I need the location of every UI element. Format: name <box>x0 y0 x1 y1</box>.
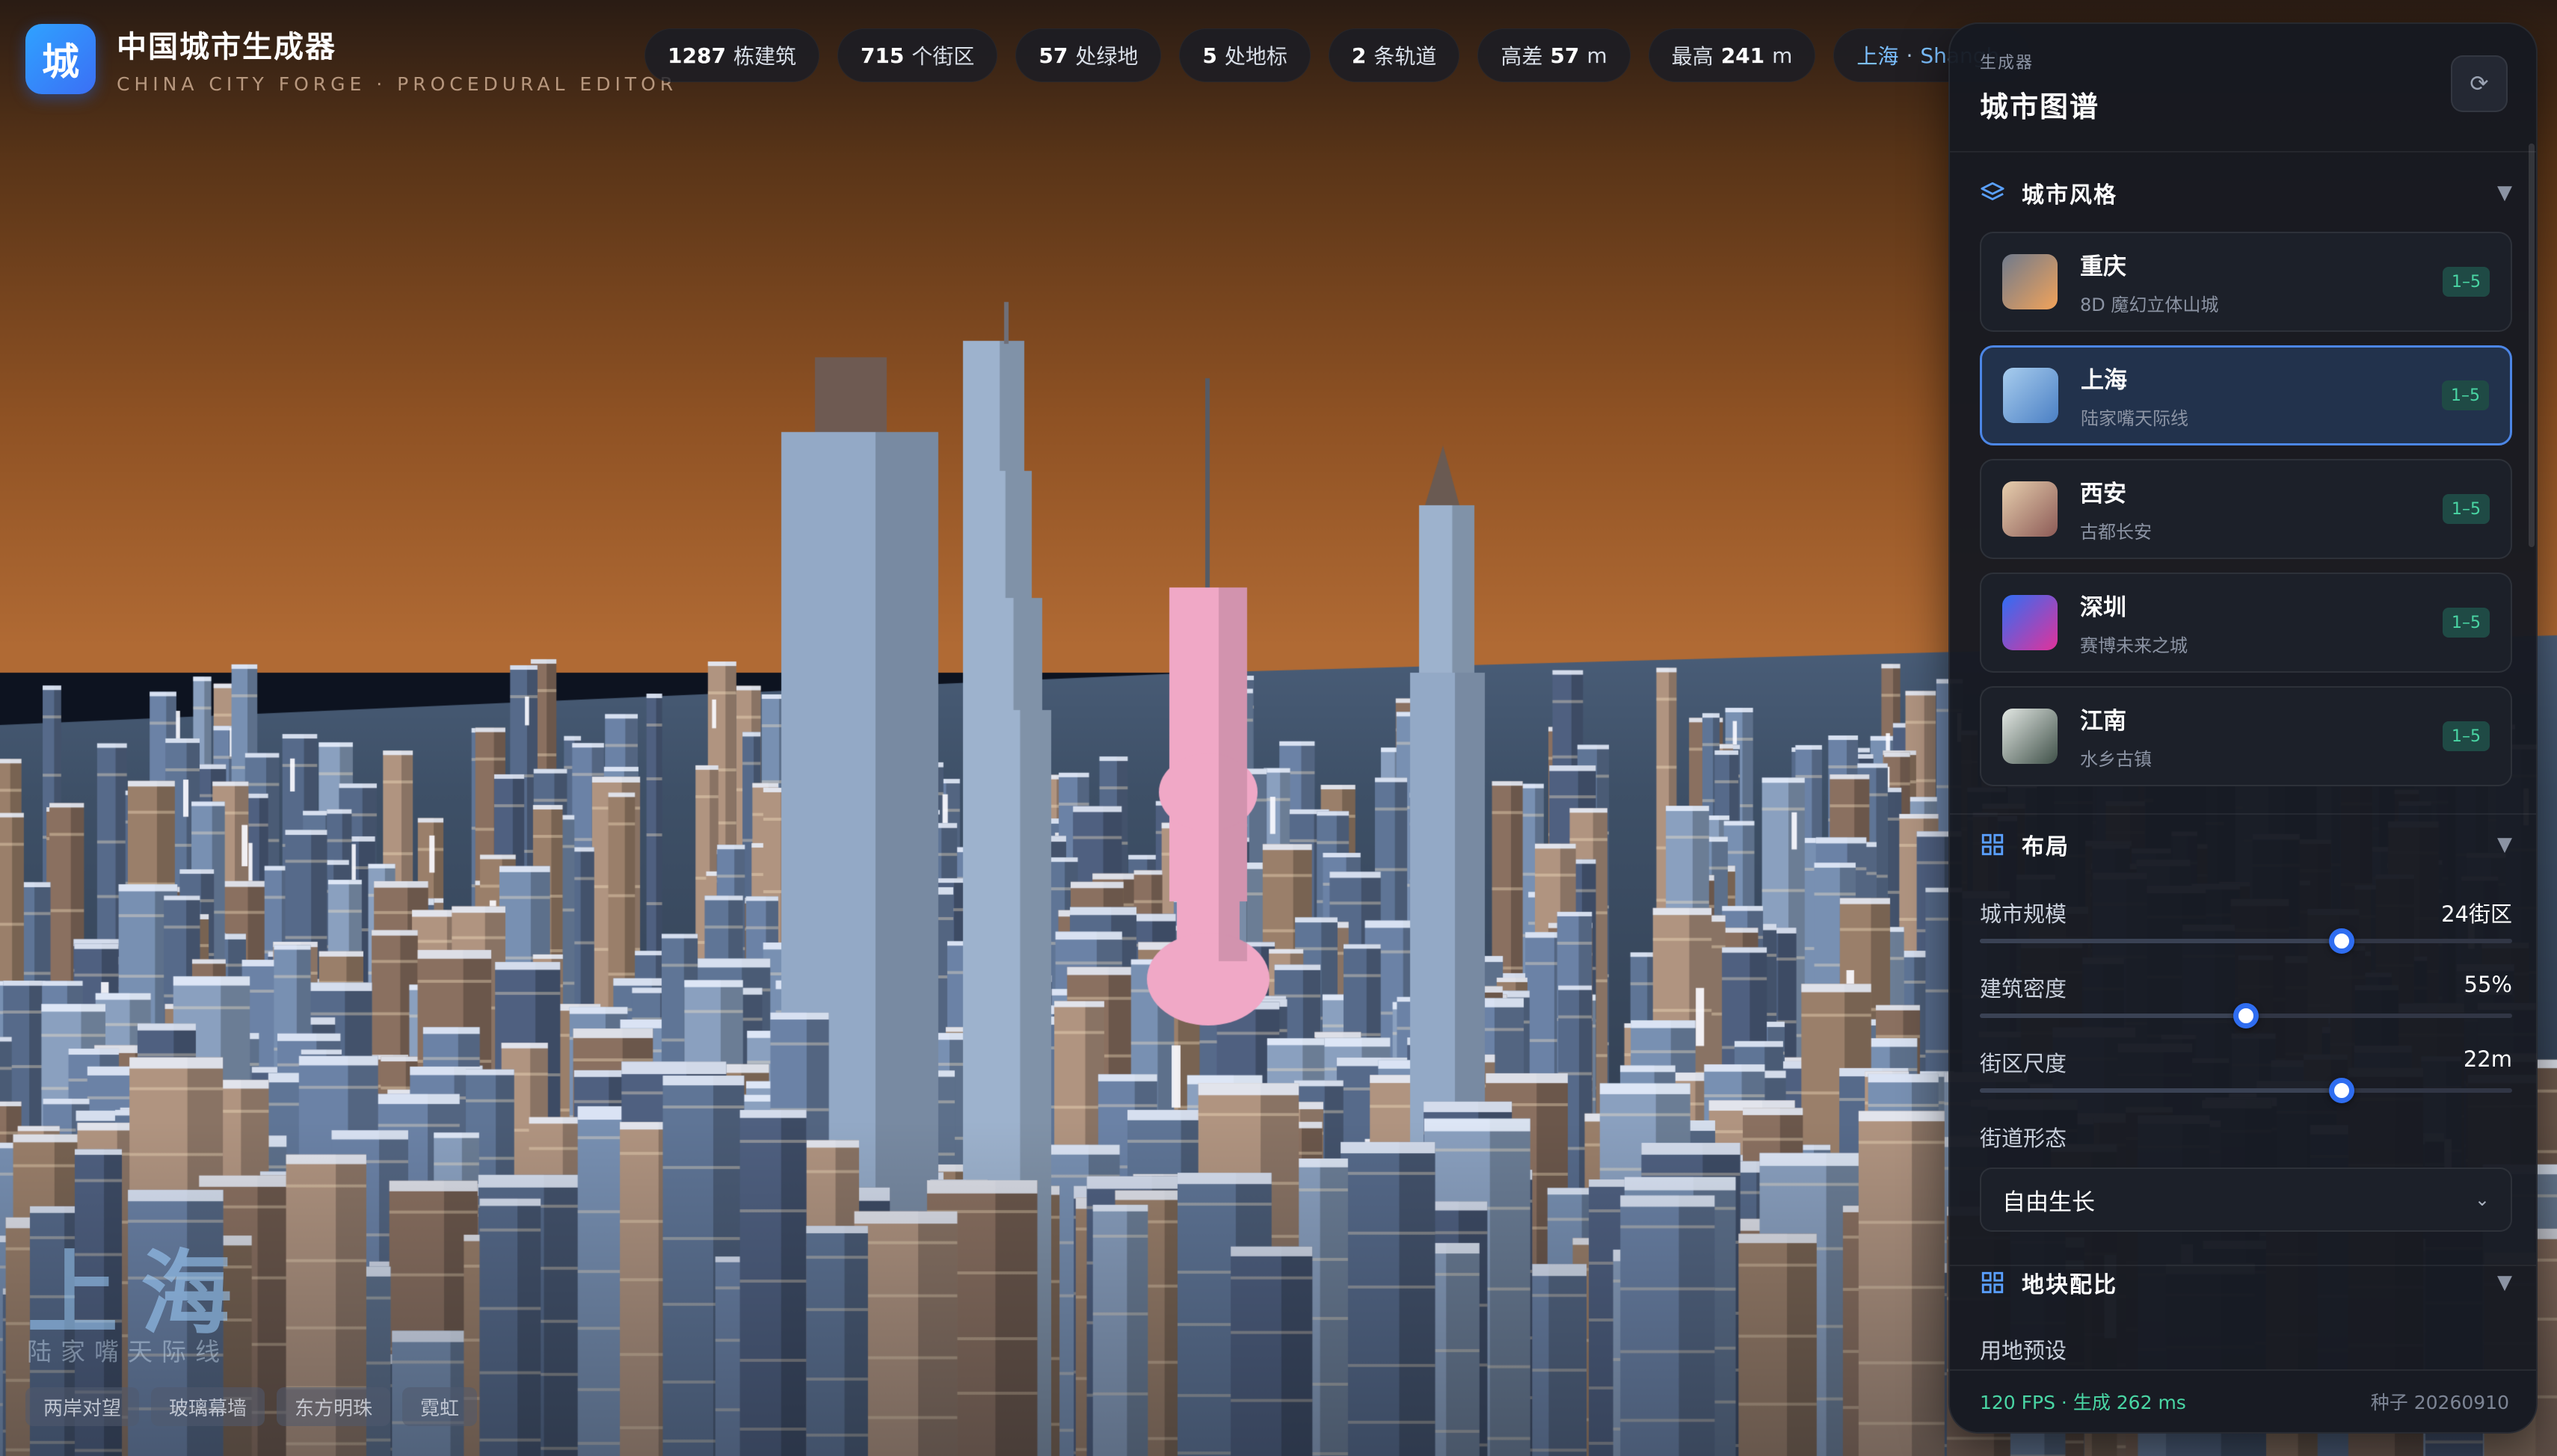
feature-tag[interactable]: 两岸对望 <box>25 1387 140 1426</box>
brand: 城 中国城市生成器 CHINA CITY FORGE · PROCEDURAL … <box>25 22 677 95</box>
level-badge: 1–5 <box>2443 494 2490 524</box>
panel-title: 城市图谱 <box>1980 90 2100 123</box>
level-badge: 1–5 <box>2443 721 2490 751</box>
stat-blocks: 715 个街区 <box>837 28 998 82</box>
style-swatch <box>2003 368 2058 423</box>
app-subtitle: CHINA CITY FORGE · PROCEDURAL EDITOR <box>117 73 678 95</box>
style-swatch <box>2002 481 2058 537</box>
slider-block-size[interactable]: 街区尺度 22m <box>1980 1046 2512 1103</box>
slider-city-scale[interactable]: 城市规模 24街区 <box>1980 897 2512 954</box>
slider-track[interactable] <box>1980 928 2512 954</box>
style-card-xian[interactable]: 西安 古都长安 1–5 <box>1980 459 2512 559</box>
divider <box>1950 813 2536 815</box>
feature-tag[interactable]: 玻璃幕墙 <box>151 1387 265 1426</box>
section-header-layout[interactable]: 布局 ▼ <box>1980 824 2512 866</box>
style-card-jiangnan[interactable]: 江南 水乡古镇 1–5 <box>1980 686 2512 786</box>
chevron-down-icon: ▼ <box>2497 1271 2512 1294</box>
section-header-land-ratio[interactable]: 地块配比 ▼ <box>1980 1262 2512 1304</box>
style-swatch <box>2002 709 2058 764</box>
layers-icon <box>1980 180 2005 206</box>
slider-track[interactable] <box>1980 1078 2512 1103</box>
panel-eyebrow: 生成器 <box>1980 54 2034 73</box>
level-badge: 1–5 <box>2442 380 2489 410</box>
stat-landmarks: 5 处地标 <box>1179 28 1311 82</box>
seed-readout: 种子 20260910 <box>2370 1392 2509 1413</box>
stats-bar: 1287 栋建筑 715 个街区 57 处绿地 5 处地标 2 条轨道 高差 57 m 最高 2… <box>644 28 2031 82</box>
level-badge: 1–5 <box>2443 267 2490 297</box>
section-header-style[interactable]: 城市风格 ▼ <box>1980 172 2512 214</box>
slider-thumb[interactable] <box>2233 1003 2259 1028</box>
slider-thumb[interactable] <box>2329 1078 2355 1103</box>
perf-readout: 120 FPS · 生成 262 ms <box>1980 1392 2186 1413</box>
stat-green: 57 处绿地 <box>1015 28 1162 82</box>
grid-icon <box>1980 1270 2005 1295</box>
app-logo-icon: 城 <box>25 23 96 94</box>
panel-scrollbar[interactable] <box>2529 144 2535 547</box>
slider-thumb[interactable] <box>2329 928 2355 954</box>
feature-tag[interactable]: 东方明珠 <box>277 1387 391 1426</box>
stat-rail: 2 条轨道 <box>1328 28 1460 82</box>
feature-tag[interactable]: 霓虹 <box>402 1387 478 1426</box>
street-form-label: 街道形态 <box>1980 1126 2067 1151</box>
feature-tags: 两岸对望 玻璃幕墙 东方明珠 霓虹 <box>25 1387 478 1426</box>
style-swatch <box>2002 254 2058 309</box>
land-preset-label: 用地预设 <box>1980 1338 2067 1363</box>
brand-text: 中国城市生成器 CHINA CITY FORGE · PROCEDURAL ED… <box>117 22 677 95</box>
stat-height: 最高 241 m <box>1648 28 1816 82</box>
style-card-shenzhen[interactable]: 深圳 赛博未来之城 1–5 <box>1980 573 2512 673</box>
chevron-down-icon: ⌄ <box>2474 1189 2490 1210</box>
regenerate-button[interactable]: ⟳ <box>2451 55 2508 112</box>
style-swatch <box>2002 595 2058 650</box>
slider-building-density[interactable]: 建筑密度 55% <box>1980 972 2512 1028</box>
chevron-down-icon: ▼ <box>2497 182 2512 204</box>
style-card-chongqing[interactable]: 重庆 8D 魔幻立体山城 1–5 <box>1980 232 2512 332</box>
status-footer: 120 FPS · 生成 262 ms 种子 20260910 <box>1950 1369 2536 1432</box>
app-title: 中国城市生成器 <box>117 30 336 64</box>
divider <box>1950 151 2536 152</box>
city-subtitle-overlay: 陆家嘴天际线 <box>27 1337 229 1366</box>
chevron-down-icon: ▼ <box>2497 833 2512 856</box>
refresh-icon: ⟳ <box>2470 70 2489 97</box>
grid-icon <box>1980 832 2005 857</box>
slider-track[interactable] <box>1980 1003 2512 1028</box>
stat-buildings: 1287 栋建筑 <box>644 28 819 82</box>
stat-elevation: 高差 57 m <box>1477 28 1631 82</box>
panel-header: 生成器 城市图谱 <box>1980 49 2099 125</box>
street-form-select[interactable]: 自由生长 ⌄ <box>1980 1167 2512 1232</box>
style-card-shanghai[interactable]: 上海 陆家嘴天际线 1–5 <box>1980 345 2512 445</box>
generator-panel: 生成器 城市图谱 ⟳ 城市风格 ▼ 重庆 8D 魔幻立体山城 1–5 上海 陆家… <box>1948 22 2538 1434</box>
level-badge: 1–5 <box>2443 608 2490 638</box>
